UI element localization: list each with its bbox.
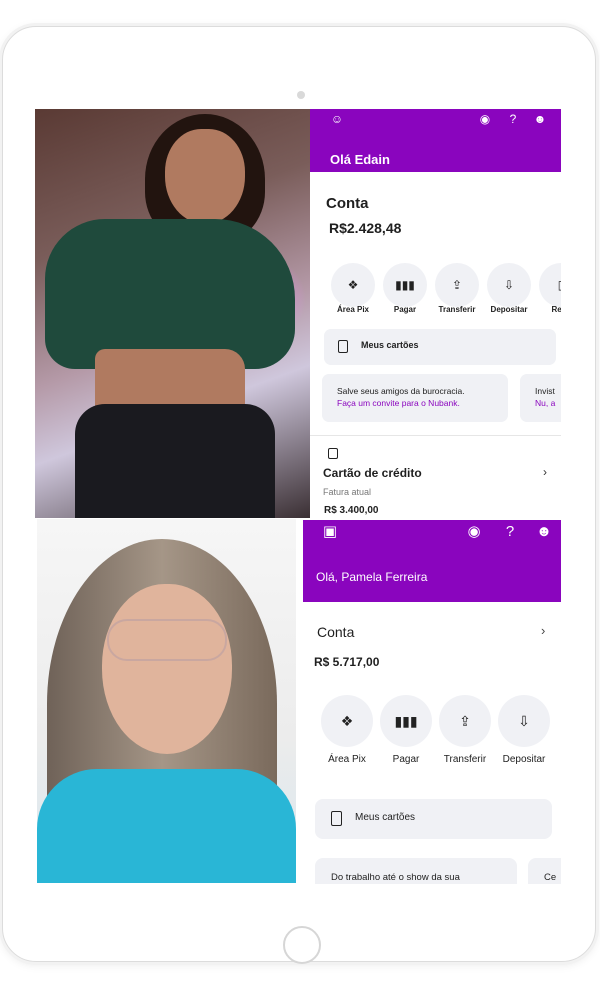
my-cards-button[interactable]: Meus cartões [315,799,552,839]
account-title[interactable]: Conta [317,624,354,640]
card-icon [331,811,342,826]
deposit-label: Depositar [502,754,546,765]
nubank-screen-pamela: ▣ ◉ ? ☻ Olá, Pamela Ferreira Conta › R$ … [303,520,561,884]
transfer-button[interactable]: ⇪ [435,263,479,307]
promo-card-invest[interactable]: Invist Nu, a [520,374,561,422]
pix-label: Área Pix [336,305,370,314]
tablet-screen: ☺ ◉ ? ☻ Olá Edain Conta R$2.428,48 ❖ Áre… [35,109,561,884]
eye-icon[interactable]: ◉ [478,112,492,126]
current-invoice-label: Fatura atual [323,487,372,497]
my-cards-label: Meus cartões [361,340,419,350]
transfer-label: Transferir [438,305,476,314]
pix-button[interactable]: ❖ [331,263,375,307]
promo-link[interactable]: Nu, a [535,398,555,408]
promo-text: Invist [535,386,555,396]
promo-text: Do trabalho até o show da sua [331,872,460,883]
divider [310,435,561,436]
current-invoice-value: R$ 3.400,00 [324,505,379,516]
chevron-right-icon[interactable]: › [543,465,547,479]
camera-dot [297,91,305,99]
deposit-icon: ⇩ [518,712,530,729]
deposit-icon: ⇩ [503,278,515,292]
promo-text: Ce [544,872,557,883]
pix-button[interactable]: ❖ [321,695,373,747]
promo-card-show[interactable]: Do trabalho até o show da sua [315,858,517,884]
recharge-label: Reca [551,305,561,314]
profile-icon[interactable]: ☺ [330,112,344,126]
chevron-right-icon[interactable]: › [541,623,545,638]
promo-link[interactable]: Faça um convite para o Nubank. [337,398,460,408]
phone-icon: ▯ [557,278,561,292]
photo-woman-glasses [37,519,296,883]
recharge-button[interactable]: ▯ [539,263,561,307]
credit-card-title[interactable]: Cartão de crédito [323,466,422,480]
barcode-icon: ▮▮▮ [394,712,418,729]
photo-woman-green-sweater [35,109,310,518]
account-balance: R$2.428,48 [329,220,402,236]
transfer-button[interactable]: ⇪ [439,695,491,747]
help-icon[interactable]: ? [501,523,519,541]
credit-card-icon [328,448,338,459]
transfer-icon: ⇪ [451,278,463,292]
deposit-button[interactable]: ⇩ [498,695,550,747]
deposit-label: Depositar [490,305,528,314]
promo-card-partial[interactable]: Ce [528,858,561,884]
pix-icon: ❖ [347,278,359,292]
help-icon[interactable]: ? [506,112,520,126]
account-balance: R$ 5.717,00 [314,655,380,669]
nubank-screen-edain: ☺ ◉ ? ☻ Olá Edain Conta R$2.428,48 ❖ Áre… [310,109,561,518]
my-cards-button[interactable]: Meus cartões [324,329,556,365]
pay-label: Pagar [393,305,417,314]
pay-button[interactable]: ▮▮▮ [380,695,432,747]
card-icon [338,340,348,353]
app-header: ▣ ◉ ? ☻ Olá, Pamela Ferreira [303,520,561,602]
app-header: ☺ ◉ ? ☻ Olá Edain [310,109,561,172]
home-button[interactable] [283,926,321,964]
pix-icon: ❖ [340,712,354,729]
add-user-icon[interactable]: ☻ [535,523,553,541]
account-title[interactable]: Conta [326,195,369,212]
deposit-button[interactable]: ⇩ [487,263,531,307]
eye-icon[interactable]: ◉ [465,523,483,541]
barcode-icon: ▮▮▮ [395,278,415,292]
greeting: Olá Edain [330,152,390,167]
my-cards-label: Meus cartões [355,812,416,823]
promo-card-invite[interactable]: Salve seus amigos da burocracia. Faça um… [322,374,508,422]
add-photo-icon[interactable]: ▣ [321,523,339,541]
pay-button[interactable]: ▮▮▮ [383,263,427,307]
transfer-icon: ⇪ [459,712,471,729]
add-user-icon[interactable]: ☻ [533,112,547,126]
greeting: Olá, Pamela Ferreira [316,570,428,584]
promo-text: Salve seus amigos da burocracia. [337,386,465,396]
